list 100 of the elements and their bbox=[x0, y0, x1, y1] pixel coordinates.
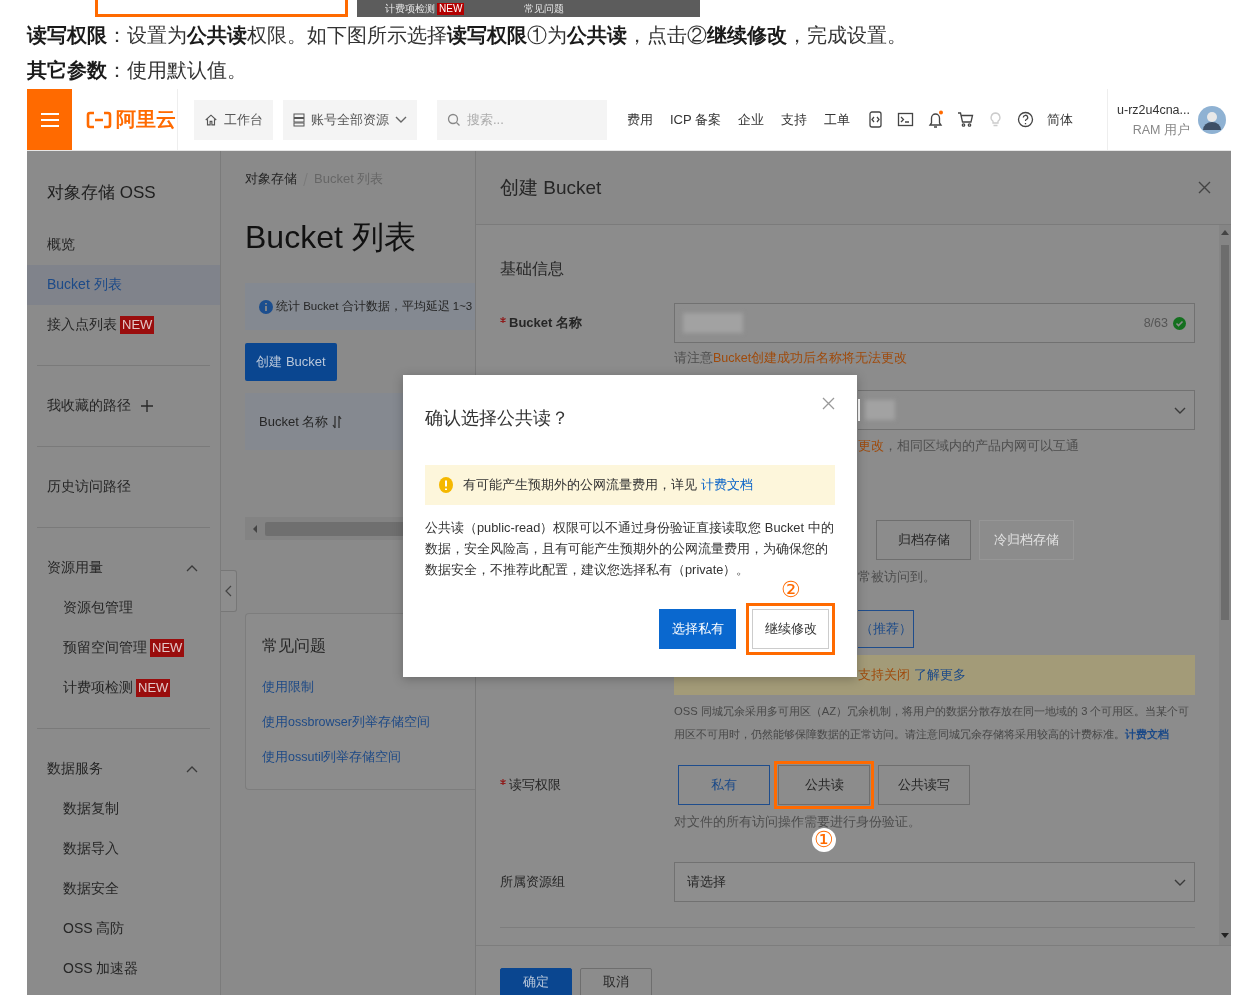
sort-icon[interactable] bbox=[332, 414, 343, 429]
plus-icon[interactable] bbox=[141, 400, 153, 412]
resources-dropdown[interactable]: 账号全部资源 bbox=[283, 99, 417, 140]
scroll-left-icon[interactable] bbox=[251, 523, 259, 534]
terminal-icon[interactable] bbox=[897, 111, 915, 128]
pricing-link[interactable]: 计费文档 bbox=[700, 477, 753, 492]
page-title: Bucket 列表 bbox=[245, 218, 416, 257]
step-marker: ② bbox=[780, 578, 801, 602]
sidebar-item[interactable]: 历史访问路径 bbox=[27, 467, 220, 507]
cancel-button[interactable]: 取消 bbox=[580, 968, 652, 995]
scroll-up-icon[interactable] bbox=[1221, 229, 1229, 235]
sidebar-item[interactable]: OSS 加速器 bbox=[27, 949, 220, 989]
sidebar-item[interactable]: OSS 高防 bbox=[27, 909, 220, 949]
instruction-text: 其它参数：使用默认值。 bbox=[27, 58, 247, 83]
faq-link[interactable]: 使用限制 bbox=[262, 679, 314, 695]
instruction-text: 读写权限：设置为公共读权限。如下图所示选择读写权限①为公共读，点击②继续修改，完成设置。 bbox=[27, 23, 907, 48]
bell-icon[interactable] bbox=[927, 110, 945, 129]
sidebar-item[interactable]: 数据复制 bbox=[27, 789, 220, 829]
continue-button[interactable]: 继续修改 bbox=[752, 609, 829, 649]
cart-icon[interactable] bbox=[957, 111, 975, 128]
resource-group-select[interactable]: 请选择 bbox=[674, 862, 1195, 902]
field-label: 读写权限 bbox=[500, 777, 561, 792]
sidebar-item[interactable]: 数据导入 bbox=[27, 829, 220, 869]
collapse-toggle[interactable] bbox=[221, 570, 237, 612]
new-badge: NEW bbox=[150, 639, 185, 657]
nav-link[interactable]: 支持 bbox=[781, 110, 808, 129]
close-icon[interactable] bbox=[1198, 181, 1211, 194]
device-icon[interactable] bbox=[867, 111, 885, 128]
heading-text: 常见问题 bbox=[524, 2, 565, 15]
chevron-down-icon bbox=[395, 115, 407, 124]
storage-class-button[interactable]: 归档存储 bbox=[876, 520, 971, 560]
sidebar-item[interactable]: 概览 bbox=[27, 225, 220, 265]
sidebar-title: 对象存储 OSS bbox=[46, 182, 157, 204]
faq-link[interactable]: 使用ossbrowser列举存储空间 bbox=[262, 714, 430, 730]
dialog-message: 公共读（public-read）权限可以不通过身份验证直接读取您 Bucket 中的数据，安全风险高，且有可能产生预期外的公网流量费用，为确保您的数据安全，不推荐此配置，建议您选择私有（private）。 bbox=[425, 519, 835, 579]
workbench-button[interactable]: 工作台 bbox=[194, 99, 273, 140]
chevron-down-icon bbox=[1174, 406, 1186, 415]
name-field[interactable]: 8/63 bbox=[674, 303, 1195, 343]
learn-more-link[interactable]: 了解更多 bbox=[913, 667, 966, 682]
menu-text: 计费项检测 bbox=[385, 2, 435, 15]
help-icon[interactable] bbox=[1017, 111, 1035, 128]
sidebar-item[interactable]: 我收藏的路径 bbox=[27, 386, 220, 426]
select-placeholder: 请选择 bbox=[687, 873, 726, 891]
chevron-left-icon bbox=[225, 585, 232, 597]
sidebar-item[interactable]: 接入点列表 NEW bbox=[27, 305, 220, 345]
card-title: 常见问题 bbox=[262, 636, 326, 656]
user-name: u-rz2u4cna... bbox=[1117, 101, 1190, 119]
nav-link[interactable]: 费用 bbox=[627, 110, 653, 129]
close-icon[interactable] bbox=[822, 397, 835, 410]
search-icon bbox=[447, 112, 461, 127]
step-marker: ① bbox=[812, 828, 836, 852]
nav-link[interactable]: ICP 备案 bbox=[670, 110, 722, 129]
column-header[interactable]: Bucket 名称 bbox=[259, 412, 329, 431]
pricing-link[interactable]: 计费文档 bbox=[1125, 728, 1169, 740]
permission-option[interactable]: 私有 bbox=[678, 765, 770, 805]
scroll-down-icon[interactable] bbox=[1221, 933, 1229, 939]
hint-text: 常被访问到。 bbox=[858, 569, 936, 586]
vertical-scrollbar[interactable] bbox=[1219, 225, 1231, 945]
sidebar-item[interactable]: 计费项检测 NEW bbox=[27, 668, 220, 708]
dialog-title: 确认选择公共读？ bbox=[425, 407, 569, 430]
chevron-down-icon bbox=[1174, 878, 1186, 887]
warning-icon bbox=[439, 477, 453, 493]
server-icon bbox=[293, 112, 305, 127]
logo-text: 阿里云 bbox=[116, 107, 176, 132]
new-badge: NEW bbox=[120, 316, 155, 334]
faq-link[interactable]: 使用ossutil列举存储空间 bbox=[262, 749, 402, 765]
sidebar-group[interactable]: 数据服务 bbox=[27, 749, 220, 789]
nav-link[interactable]: 企业 bbox=[738, 110, 765, 129]
confirm-button[interactable]: 确定 bbox=[500, 968, 572, 995]
create-bucket-button[interactable]: 创建 Bucket bbox=[245, 343, 337, 381]
info-icon bbox=[259, 299, 273, 314]
sidebar-group[interactable]: 资源用量 bbox=[27, 548, 220, 588]
language-link[interactable]: 简体 bbox=[1047, 110, 1074, 129]
sidebar-item[interactable]: 数据安全 bbox=[27, 869, 220, 909]
field-label: 所属资源组 bbox=[500, 874, 565, 889]
hint-text: 更改，相同区域内的产品内网可以互通 bbox=[858, 438, 1079, 455]
avatar-icon bbox=[1198, 105, 1226, 134]
warning-text: 有可能产生预期外的公网流量费用，详见 计费文档 bbox=[463, 476, 753, 494]
permission-option[interactable]: 公共读 bbox=[778, 765, 870, 805]
region-select[interactable] bbox=[858, 390, 1195, 430]
nav-link[interactable]: 工单 bbox=[824, 110, 851, 129]
hint-text: 请注意Bucket创建成功后名称将无法更改 bbox=[674, 350, 908, 367]
section-title: 基础信息 bbox=[500, 259, 564, 279]
sidebar-item[interactable]: 预留空间管理 NEW bbox=[27, 628, 220, 668]
choose-private-button[interactable]: 选择私有 bbox=[659, 609, 736, 649]
new-badge: NEW bbox=[136, 679, 171, 697]
breadcrumb-item[interactable]: 对象存储 bbox=[245, 171, 297, 187]
user-menu[interactable]: u-rz2u4cna... RAM 用户 bbox=[1107, 89, 1231, 150]
redundancy-option[interactable]: （推荐） bbox=[858, 610, 914, 648]
info-text: 统计 Bucket 合计数据，平均延迟 1~3 bbox=[276, 299, 473, 314]
sidebar-item[interactable]: Bucket 列表 bbox=[27, 265, 220, 305]
sidebar-item[interactable]: 资源包管理 bbox=[27, 588, 220, 628]
field-label: Bucket 名称 bbox=[500, 315, 582, 330]
character-counter: 8/63 bbox=[1143, 316, 1168, 330]
notice-text: 支持关闭 了解更多 bbox=[858, 666, 966, 684]
permission-option[interactable]: 公共读写 bbox=[878, 765, 970, 805]
drawer-title: 创建 Bucket bbox=[500, 175, 602, 200]
search-field[interactable]: 搜索... bbox=[437, 99, 607, 140]
menu-icon bbox=[39, 111, 60, 128]
menu-button[interactable] bbox=[27, 89, 72, 150]
